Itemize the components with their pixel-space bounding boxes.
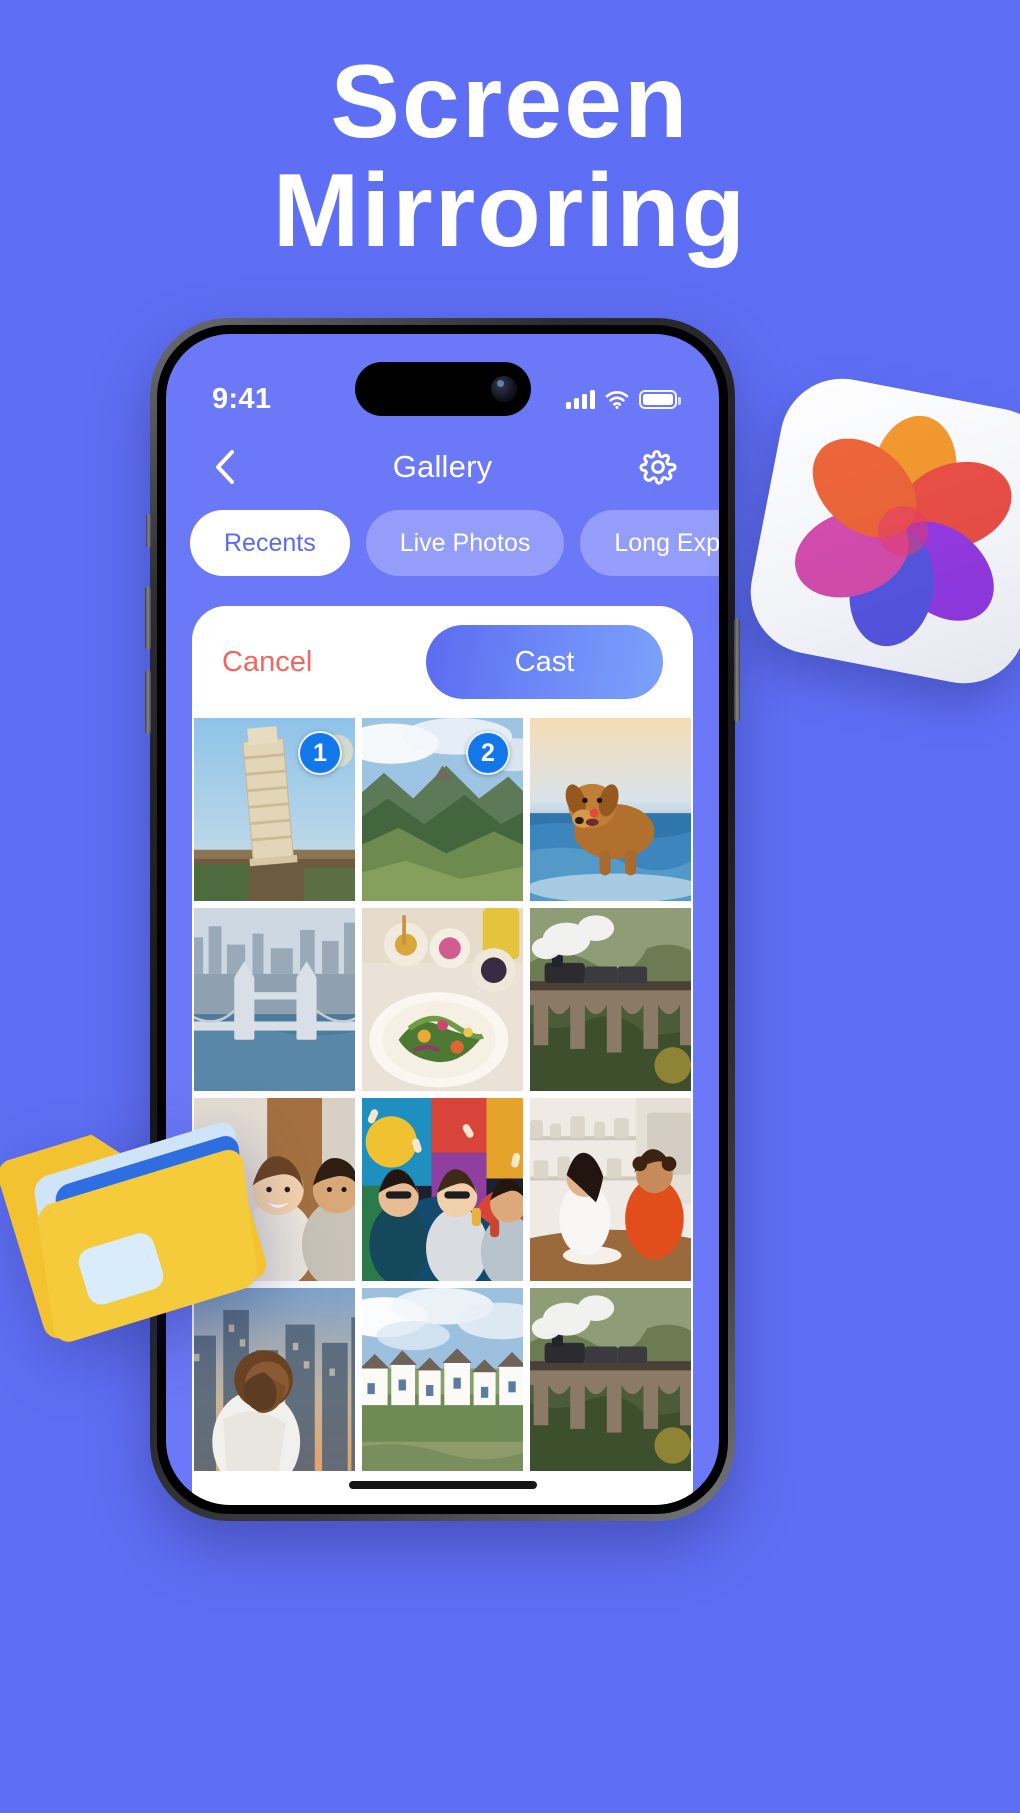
photos-flower-icon <box>795 415 1012 647</box>
phone-screen: 9:41 Gallery Recents Live Photos Long Ex… <box>166 334 719 1505</box>
home-indicator <box>348 1481 537 1489</box>
selection-badge[interactable]: 2 <box>466 731 510 775</box>
status-time: 9:41 <box>212 382 272 415</box>
photo-cell[interactable]: 1 <box>194 718 355 901</box>
page-title-gallery: Gallery <box>392 449 493 484</box>
photo-cell[interactable] <box>530 718 691 901</box>
volume-down-button[interactable] <box>145 670 151 734</box>
headline-line-1: Screen <box>330 44 690 160</box>
chip-recents[interactable]: Recents <box>190 510 350 576</box>
settings-button[interactable] <box>639 448 677 486</box>
wifi-icon <box>605 390 629 409</box>
chip-long-exposure[interactable]: Long Exposure <box>580 510 719 576</box>
front-camera-icon <box>490 376 517 402</box>
silent-switch[interactable] <box>146 514 151 548</box>
chip-label: Live Photos <box>399 528 531 557</box>
photo-cell[interactable]: 2 <box>362 718 523 901</box>
cancel-button[interactable]: Cancel <box>222 646 312 679</box>
photo-thumbnail <box>530 1098 691 1281</box>
photo-cell[interactable] <box>530 1288 691 1471</box>
sheet-action-bar: Cancel Cast <box>192 606 693 718</box>
cast-button[interactable]: Cast <box>426 625 663 699</box>
cellular-signal-icon <box>566 389 595 409</box>
photo-grid: 1 2 <box>192 718 693 1471</box>
photo-cell[interactable] <box>530 1098 691 1281</box>
photo-thumbnail <box>530 908 691 1091</box>
volume-up-button[interactable] <box>145 586 151 650</box>
headline-line-2: Mirroring <box>272 153 748 270</box>
photo-thumbnail <box>530 718 691 901</box>
dynamic-island <box>354 362 531 416</box>
gallery-navbar: Gallery <box>166 430 719 504</box>
gear-icon <box>639 450 677 485</box>
photo-cell[interactable] <box>362 1098 523 1281</box>
page-title: Screen Mirroring <box>0 47 1020 270</box>
status-icons <box>566 389 681 409</box>
chip-label: Long Exposure <box>614 528 719 557</box>
app-store-screenshot: Screen Mirroring 9:41 Gallery Recents Li… <box>0 0 1020 1813</box>
photo-thumbnail <box>362 1288 523 1471</box>
photo-cell[interactable] <box>530 908 691 1091</box>
phone-mockup: 9:41 Gallery Recents Live Photos Long Ex… <box>145 318 740 1521</box>
photo-thumbnail <box>362 908 523 1091</box>
photo-picker-sheet: Cancel Cast 1 2 <box>192 606 693 1505</box>
chevron-left-icon <box>216 450 234 484</box>
chip-live-photos[interactable]: Live Photos <box>365 510 565 576</box>
phone-bezel: 9:41 Gallery Recents Live Photos Long Ex… <box>157 325 728 1514</box>
photo-thumbnail <box>530 1288 691 1471</box>
photo-cell[interactable] <box>362 908 523 1091</box>
photo-cell[interactable] <box>362 1288 523 1471</box>
chip-label: Recents <box>224 528 316 557</box>
filter-chips: Recents Live Photos Long Exposure <box>166 510 719 576</box>
photo-thumbnail <box>362 1098 523 1281</box>
photos-app-icon <box>740 368 1020 694</box>
battery-icon <box>639 389 681 409</box>
power-button[interactable] <box>734 618 740 722</box>
selection-badge[interactable]: 1 <box>298 731 342 775</box>
back-button[interactable] <box>208 450 242 484</box>
